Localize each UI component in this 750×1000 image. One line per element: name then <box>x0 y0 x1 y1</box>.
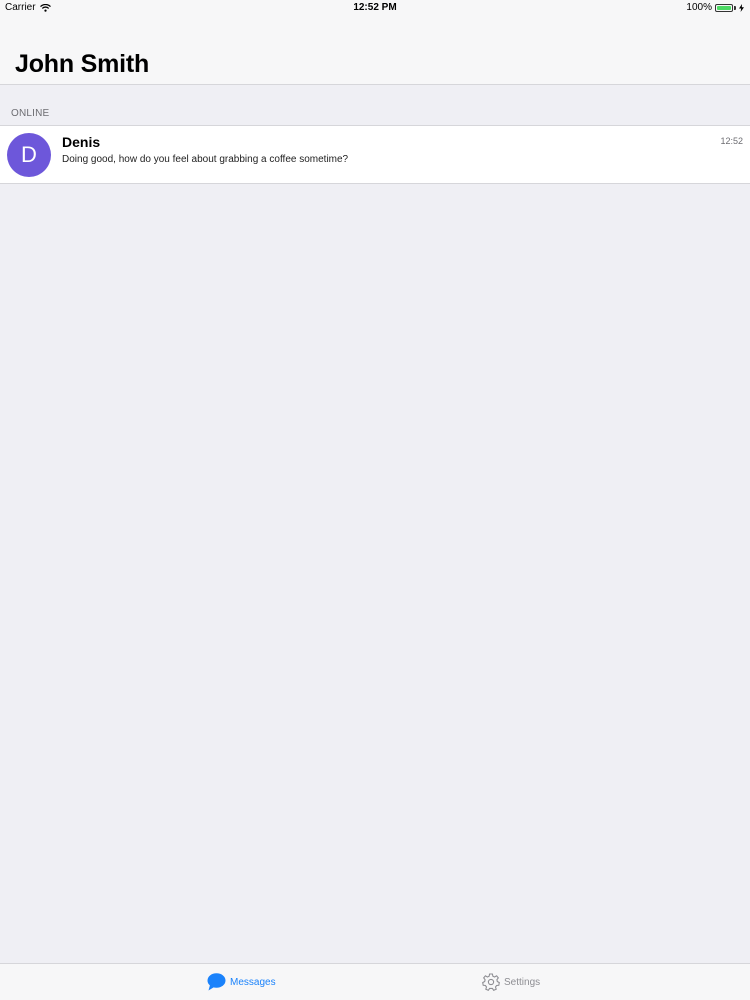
tab-settings-label: Settings <box>504 976 541 988</box>
battery-fill <box>717 6 731 10</box>
navigation-header: John Smith <box>0 16 750 85</box>
conversation-row[interactable]: D Denis Doing good, how do you feel abou… <box>0 126 750 183</box>
status-bar: Carrier 12:52 PM 100% <box>0 0 750 16</box>
conversation-list: D Denis Doing good, how do you feel abou… <box>0 125 750 184</box>
message-time: 12:52 <box>720 136 743 146</box>
charging-icon <box>739 4 744 12</box>
avatar: D <box>7 133 51 177</box>
tab-bar: Messages Settings <box>0 963 750 1000</box>
message-preview: Doing good, how do you feel about grabbi… <box>62 154 349 165</box>
battery-icon <box>715 4 733 12</box>
contact-name: Denis <box>62 134 101 150</box>
page-title: John Smith <box>15 50 150 78</box>
status-right: 100% <box>686 0 744 16</box>
section-header-online: ONLINE <box>11 108 50 119</box>
message-bubble-icon <box>207 973 226 991</box>
battery-cap <box>734 6 736 10</box>
battery-percentage: 100% <box>686 2 712 13</box>
tab-messages[interactable]: Messages <box>207 964 276 1000</box>
gear-icon <box>482 973 500 991</box>
status-time: 12:52 PM <box>353 2 397 13</box>
tab-messages-label: Messages <box>230 976 276 988</box>
tab-settings[interactable]: Settings <box>482 964 540 1000</box>
